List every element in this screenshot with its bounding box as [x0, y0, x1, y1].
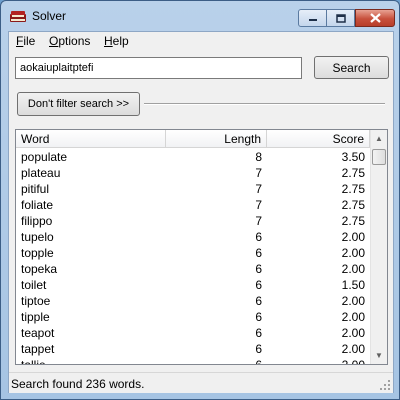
- cell-score: 2.00: [341, 342, 365, 356]
- maximize-button[interactable]: [327, 9, 355, 27]
- close-button[interactable]: [355, 9, 395, 27]
- cell-score: 2.00: [341, 294, 365, 308]
- cell-length: 6: [255, 278, 262, 292]
- cell-length: 6: [255, 246, 262, 260]
- table-row[interactable]: foliate 7 2.75: [16, 197, 370, 213]
- menu-file[interactable]: File: [16, 34, 35, 48]
- cell-word: foliate: [21, 198, 54, 212]
- table-row[interactable]: pitiful 7 2.75: [16, 181, 370, 197]
- search-button[interactable]: Search: [314, 56, 389, 79]
- vertical-scrollbar[interactable]: ▲ ▼: [370, 130, 387, 364]
- minimize-button[interactable]: [298, 9, 327, 27]
- table-row[interactable]: filippo 7 2.75: [16, 213, 370, 229]
- filter-separator: [144, 103, 385, 105]
- cell-length: 6: [255, 262, 262, 276]
- column-header-length[interactable]: Length: [166, 130, 267, 148]
- client-area: File Options Help Search Don't filter se…: [8, 31, 394, 393]
- cell-length: 6: [255, 310, 262, 324]
- table-row[interactable]: topeka 6 2.00: [16, 261, 370, 277]
- cell-length: 6: [255, 294, 262, 308]
- cell-score: 2.00: [341, 310, 365, 324]
- list-rows: populate 8 3.50 plateau 7 2.75 pitiful 7 2.75 fol…: [16, 149, 370, 365]
- search-input[interactable]: [15, 57, 302, 79]
- cell-length: 7: [255, 214, 262, 228]
- cell-score: 2.75: [341, 214, 365, 228]
- cell-word: pitiful: [21, 182, 50, 196]
- table-row[interactable]: tallie 6 2.00: [16, 357, 370, 365]
- cell-word: toilet: [21, 278, 47, 292]
- cell-score: 2.75: [341, 166, 365, 180]
- cell-word: topeka: [21, 262, 58, 276]
- resize-grip-icon[interactable]: [379, 379, 391, 391]
- menu-options[interactable]: Options: [49, 34, 90, 48]
- cell-score: 3.50: [341, 150, 365, 164]
- table-row[interactable]: topple 6 2.00: [16, 245, 370, 261]
- scroll-down-icon[interactable]: ▼: [371, 347, 387, 364]
- filter-toggle-button[interactable]: Don't filter search >>: [17, 92, 140, 116]
- table-row[interactable]: plateau 7 2.75: [16, 165, 370, 181]
- status-text: Search found 236 words.: [11, 377, 145, 391]
- cell-word: filippo: [21, 214, 53, 228]
- window-title: Solver: [32, 9, 67, 23]
- column-header-word[interactable]: Word: [16, 130, 166, 148]
- menu-bar: File Options Help: [9, 32, 393, 51]
- cell-score: 2.00: [341, 230, 365, 244]
- cell-score: 1.50: [341, 278, 365, 292]
- cell-length: 6: [255, 230, 262, 244]
- cell-word: tupelo: [21, 230, 54, 244]
- cell-score: 2.00: [341, 246, 365, 260]
- title-bar[interactable]: Solver: [1, 1, 399, 31]
- cell-score: 2.00: [341, 262, 365, 276]
- cell-word: tipple: [21, 310, 50, 324]
- table-row[interactable]: tappet 6 2.00: [16, 341, 370, 357]
- cell-word: tallie: [21, 358, 46, 365]
- cell-score: 2.00: [341, 358, 365, 365]
- cell-word: tiptoe: [21, 294, 51, 308]
- books-icon: [10, 11, 26, 22]
- table-row[interactable]: teapot 6 2.00: [16, 325, 370, 341]
- cell-score: 2.00: [341, 326, 365, 340]
- list-header: Word Length Score: [16, 130, 370, 148]
- solver-window: Solver File Options Help Search Don't fi…: [0, 0, 400, 400]
- table-row[interactable]: toilet 6 1.50: [16, 277, 370, 293]
- table-row[interactable]: tipple 6 2.00: [16, 309, 370, 325]
- cell-length: 8: [255, 150, 262, 164]
- cell-length: 7: [255, 182, 262, 196]
- minimize-icon: [308, 19, 317, 21]
- cell-length: 7: [255, 166, 262, 180]
- table-row[interactable]: tupelo 6 2.00: [16, 229, 370, 245]
- status-bar: Search found 236 words.: [9, 372, 393, 393]
- cell-word: populate: [21, 150, 68, 164]
- column-header-score[interactable]: Score: [267, 130, 370, 148]
- cell-score: 2.75: [341, 182, 365, 196]
- table-row[interactable]: tiptoe 6 2.00: [16, 293, 370, 309]
- table-row[interactable]: populate 8 3.50: [16, 149, 370, 165]
- cell-score: 2.75: [341, 198, 365, 212]
- cell-word: teapot: [21, 326, 55, 340]
- scroll-up-icon[interactable]: ▲: [371, 130, 387, 147]
- results-list[interactable]: Word Length Score populate 8 3.50 plateau 7 2…: [15, 129, 388, 365]
- scroll-thumb[interactable]: [372, 149, 386, 165]
- menu-help[interactable]: Help: [104, 34, 129, 48]
- cell-word: topple: [21, 246, 54, 260]
- cell-length: 6: [255, 358, 262, 365]
- cell-word: tappet: [21, 342, 55, 356]
- maximize-icon: [335, 13, 346, 23]
- cell-length: 7: [255, 198, 262, 212]
- cell-word: plateau: [21, 166, 61, 180]
- cell-length: 6: [255, 342, 262, 356]
- close-icon: [369, 13, 381, 23]
- cell-length: 6: [255, 326, 262, 340]
